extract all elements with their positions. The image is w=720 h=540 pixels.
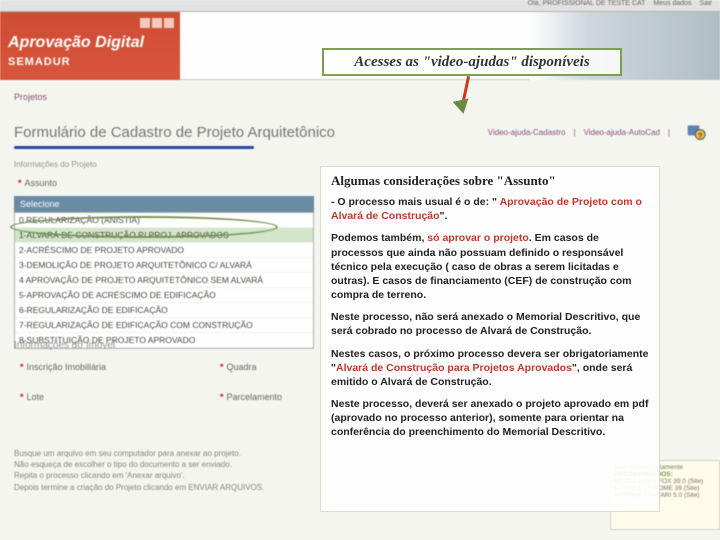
divider: | [668, 128, 670, 137]
dropdown-option[interactable]: 3-DEMOLIÇÃO DE PROJETO ARQUITETÔNICO C/ … [15, 258, 313, 273]
attach-instructions: Busque um arquivo em seu computador para… [14, 448, 314, 493]
title-underline [14, 146, 254, 149]
brand-block: Aprovação Digital SEMADUR [0, 12, 180, 80]
org-name: SEMADUR [8, 56, 71, 68]
dropdown-option[interactable]: 0 REGULARIZAÇÃO (ANISTIA) [15, 213, 313, 228]
considerations-p5: Neste processo, deverá ser anexado o pro… [331, 397, 649, 440]
considerations-p4: Nestes casos, o próximo processo devera … [331, 347, 649, 390]
help-icon[interactable]: ? [686, 122, 706, 142]
nav-projetos[interactable]: Projetos [14, 92, 47, 102]
callout-video-ajudas: Acesses as "video-ajudas" disponíveis [322, 48, 622, 76]
app-title: Aprovação Digital [8, 34, 144, 52]
callout-consideracoes: Algumas considerações sobre "Assunto" - … [320, 166, 660, 512]
dropdown-option[interactable]: 1-ALVARÁ DE CONSTRUÇÃO P/ PROJ. APROVADO… [15, 228, 313, 243]
dropdown-option[interactable]: 5-APROVAÇÃO DE ACRÉSCIMO DE EDIFICAÇÃO [15, 288, 313, 303]
page-title: Formulário de Cadastro de Projeto Arquit… [14, 124, 335, 141]
considerations-p2: Podemos também, só aprovar o projeto. Em… [331, 231, 649, 302]
video-help-autocad-link[interactable]: Video-ajuda-AutoCad [584, 128, 660, 137]
dropdown-option[interactable]: 6-REGULARIZAÇÃO DE EDIFICAÇÃO [15, 303, 313, 318]
video-help-cadastro-link[interactable]: Video-ajuda-Cadastro [488, 128, 566, 137]
svg-text:?: ? [698, 131, 703, 140]
greeting-text: Olá, PROFISSIONAL DE TESTE CAT [528, 0, 646, 11]
parcelamento-label: *Parcelamento [220, 392, 282, 402]
dropdown-list[interactable]: 0 REGULARIZAÇÃO (ANISTIA) 1-ALVARÁ DE CO… [14, 212, 314, 349]
inscricao-label: *Inscrição Imobiliária [20, 362, 106, 372]
section-info-projeto: Informações do Projeto [14, 160, 97, 169]
dropdown-option[interactable]: 2-ACRÉSCIMO DE PROJETO APROVADO [15, 243, 313, 258]
section-info-imovel: Informações do Imóvel [14, 340, 115, 351]
decorative-squares [140, 18, 174, 28]
assunto-label: *Assunto [18, 178, 57, 188]
dropdown-option[interactable]: 4 APROVAÇÃO DE PROJETO ARQUITETÔNICO SEM… [15, 273, 313, 288]
meus-dados-link[interactable]: Meus dados [653, 0, 691, 11]
sair-link[interactable]: Sair [700, 0, 712, 11]
divider: | [573, 128, 575, 137]
dropdown-selected[interactable]: Selecione [14, 196, 314, 212]
considerations-p1: - O processo mais usual é o de: " Aprova… [331, 195, 649, 223]
assunto-dropdown[interactable]: Selecione 0 REGULARIZAÇÃO (ANISTIA) 1-AL… [14, 196, 314, 349]
quadra-label: *Quadra [220, 362, 257, 372]
lote-label: *Lote [20, 392, 44, 402]
dropdown-option[interactable]: 7-REGULARIZAÇÃO DE EDIFICAÇÃO COM CONSTR… [15, 318, 313, 333]
considerations-title: Algumas considerações sobre "Assunto" [331, 173, 649, 189]
considerations-p3: Neste processo, não será anexado o Memor… [331, 310, 649, 338]
